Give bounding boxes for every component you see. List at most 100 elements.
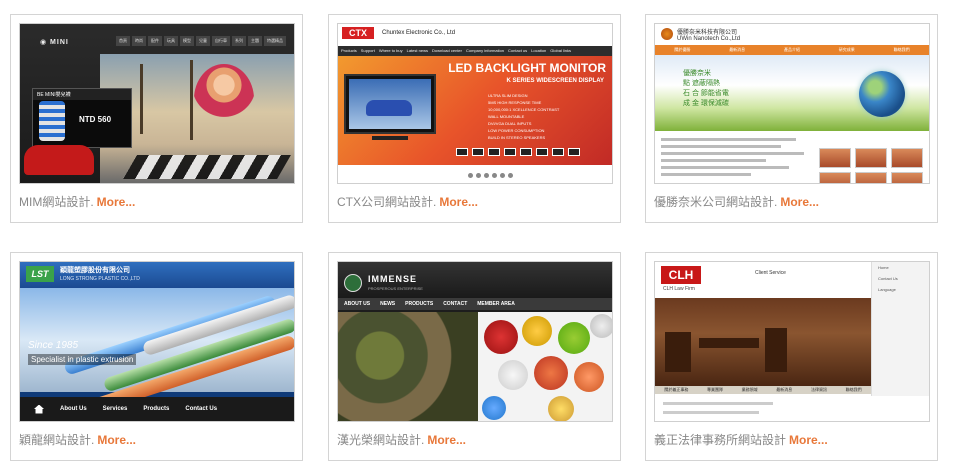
checker-floor: [123, 155, 291, 179]
monitor-image: [344, 74, 436, 134]
more-link[interactable]: More...: [439, 195, 478, 209]
portfolio-thumbnail[interactable]: 優勝奈米科技有限公司 UWin Nanotech Co.,Ltd 關於優勝 最新…: [654, 23, 930, 184]
nav-item: Services: [102, 406, 128, 412]
nav-item: 配件: [148, 36, 162, 46]
feature-item: 10,000,000:1 XCELLENCE CONTRAST: [488, 107, 560, 112]
company-name-en: LONG STRONG PLASTIC CO.,LTD: [60, 276, 140, 282]
slider-dots: [468, 173, 513, 178]
feature-item: WALL MOUNTABLE: [488, 114, 525, 119]
nav-item: ABOUT US: [344, 301, 371, 307]
nav-item: Contact us: [508, 48, 528, 53]
news-area: [655, 396, 929, 421]
feature-item: DVI/VGA DUAL INPUTS: [488, 121, 532, 126]
site-header: IMMENSE PROSPEROUS ENTERPRISE: [338, 262, 612, 298]
clh-logo: CLH: [661, 266, 701, 284]
banner-slogan: 優勝奈米 點 遮蔽隔熱 石 合 節能省電 成 金 環保減碳: [683, 70, 729, 107]
more-link[interactable]: More...: [427, 433, 466, 447]
site-nav: Products Support Where to buy Latest new…: [338, 46, 612, 56]
product-grid: [819, 148, 923, 183]
client-service: Client Service: [755, 270, 786, 276]
portfolio-card-longstrong: LST 穎龍塑膠股份有限公司 LONG STRONG PLASTIC CO.,L…: [10, 252, 303, 461]
feature-icon: [552, 148, 564, 156]
car-image: [366, 100, 412, 116]
nav-item: Support: [360, 48, 375, 53]
card-caption: 漢光榮網站設計. More...: [337, 431, 466, 448]
feature-icon: [536, 148, 548, 156]
nav-item: 產品介紹: [783, 47, 800, 52]
portfolio-card-mim: ◉ MINI 首頁 時尚 配件 玩具 模型 兒童 自行車 系列 主題 特選精品 …: [10, 14, 303, 223]
nav-item: Products: [341, 48, 357, 53]
specialist-text: Specialist in plastic extrusion: [28, 354, 137, 365]
feature-icon: [568, 148, 580, 156]
portfolio-card-ctx: CTX Chuntex Electronic Co., Ltd Products…: [328, 14, 621, 223]
more-link[interactable]: More...: [97, 433, 136, 447]
more-link[interactable]: More...: [97, 195, 136, 209]
palm-tree: [140, 64, 143, 134]
feature-icon: [472, 148, 484, 156]
portfolio-thumbnail[interactable]: ◉ MINI 首頁 時尚 配件 玩具 模型 兒童 自行車 系列 主題 特選精品 …: [19, 23, 295, 184]
nav-item: 聯絡我們: [845, 387, 862, 392]
monitor-stand: [372, 136, 408, 140]
nav-item: Where to buy: [378, 48, 403, 53]
promo-box: BE MINI嬰兒襪 NTD 560: [32, 88, 132, 148]
banner-image: LED BACKLIGHT MONITOR K SERIES WIDESCREE…: [338, 56, 612, 165]
nav-item: 業務領域: [741, 387, 758, 392]
globe-image: [859, 71, 905, 117]
portfolio-thumbnail[interactable]: IMMENSE PROSPEROUS ENTERPRISE ABOUT US N…: [337, 261, 613, 422]
nav-item: Location: [531, 48, 547, 53]
nav-item: MEMBER AREA: [477, 301, 515, 307]
banner-image: Since 1985 Specialist in plastic extrusi…: [20, 288, 294, 416]
company-name: IMMENSE: [368, 274, 418, 284]
nav-item: 最新消息: [776, 387, 793, 392]
company-tagline: PROSPEROUS ENTERPRISE: [368, 286, 423, 291]
portfolio-thumbnail[interactable]: CLH CLH Law Firm Client Service Home Con…: [654, 261, 930, 422]
nav-item: CONTACT: [443, 301, 468, 307]
caption-text: 優勝奈米公司網站設計.: [654, 195, 778, 209]
nav-item: Company information: [466, 48, 505, 53]
caption-text: 漢光榮網站設計.: [337, 433, 425, 447]
nav-item: Latest news: [406, 48, 428, 53]
side-item: Contact Us: [878, 276, 898, 281]
nav-item: 玩具: [164, 36, 178, 46]
car-image: [24, 145, 94, 175]
palm-tree: [190, 60, 193, 140]
site-nav: ABOUT US NEWS PRODUCTS CONTACT MEMBER AR…: [338, 298, 612, 310]
feature-icon: [520, 148, 532, 156]
site-header: LST 穎龍塑膠股份有限公司 LONG STRONG PLASTIC CO.,L…: [20, 262, 294, 288]
promo-title: BE MINI嬰兒襪: [33, 89, 131, 100]
office-image: [655, 298, 871, 386]
feature-item: BUILD IN STEREO SPEAKERS: [488, 135, 546, 140]
portfolio-card-clh: CLH CLH Law Firm Client Service Home Con…: [645, 252, 938, 461]
nav-item: 特選精品: [264, 36, 286, 46]
more-link[interactable]: More...: [789, 433, 828, 447]
portfolio-thumbnail[interactable]: CTX Chuntex Electronic Co., Ltd Products…: [337, 23, 613, 184]
nav-item: About Us: [60, 406, 87, 412]
uwin-logo: [661, 28, 673, 40]
nav-item: 最新消息: [729, 47, 746, 52]
site-nav: About Us Services Products Contact Us: [20, 397, 294, 421]
feature-list: ULTRA SLIM DESIGN 5MS HIGH RESPONSE TIME…: [488, 92, 559, 141]
side-item: Language: [878, 287, 896, 292]
nav-item: 系列: [232, 36, 246, 46]
card-caption: 優勝奈米公司網站設計. More...: [654, 193, 819, 210]
promo-price: NTD 560: [79, 115, 112, 124]
side-item: Home: [878, 265, 889, 270]
nav-item: 時尚: [132, 36, 146, 46]
nav-item: 關於優勝: [674, 47, 691, 52]
nav-item: 聯絡我們: [893, 47, 910, 52]
card-caption: MIM網站設計. More...: [19, 193, 135, 210]
banner-image: 優勝奈米 點 遮蔽隔熱 石 合 節能省電 成 金 環保減碳: [655, 55, 929, 131]
site-header: CTX Chuntex Electronic Co., Ltd: [338, 24, 612, 46]
caption-text: 義正法律事務所網站設計: [654, 433, 787, 447]
card-caption: 穎龍網站設計. More...: [19, 431, 136, 448]
feature-item: 5MS HIGH RESPONSE TIME: [488, 100, 542, 105]
nav-item: Download center: [431, 48, 462, 53]
more-link[interactable]: More...: [780, 195, 819, 209]
banner-headline: LED BACKLIGHT MONITOR: [448, 61, 606, 75]
camouflage-image: [338, 312, 478, 421]
nav-item: Global links: [550, 48, 571, 53]
buttons-image: [478, 312, 612, 421]
portfolio-thumbnail[interactable]: LST 穎龍塑膠股份有限公司 LONG STRONG PLASTIC CO.,L…: [19, 261, 295, 422]
card-caption: CTX公司網站設計. More...: [337, 193, 478, 210]
socks-image: [39, 101, 65, 141]
